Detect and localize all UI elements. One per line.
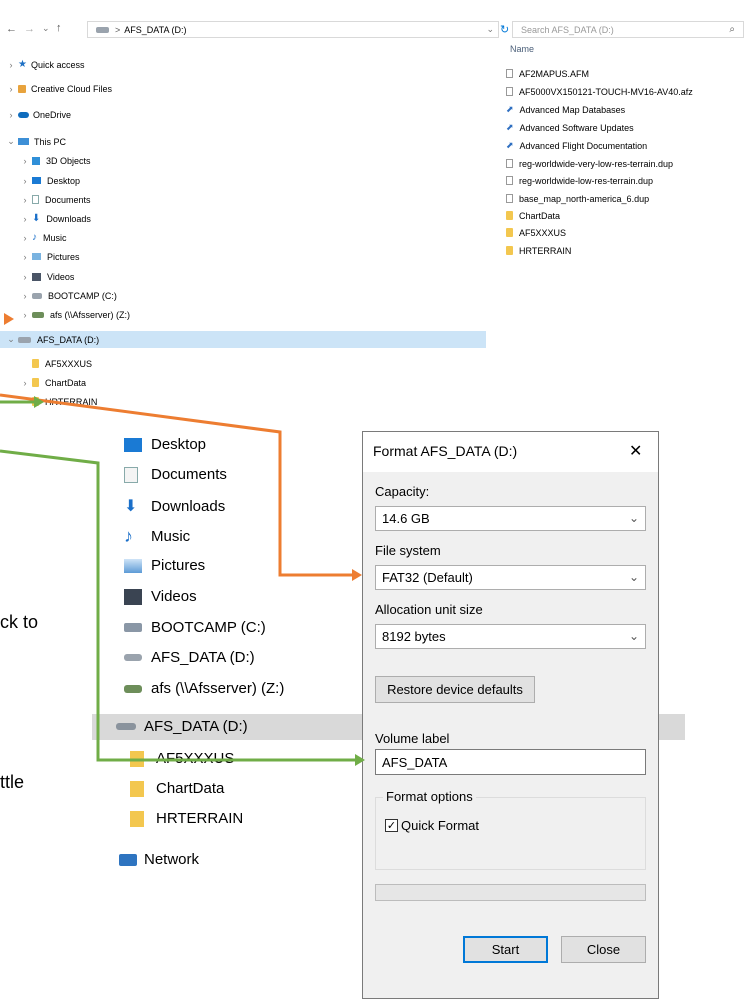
orange-arrowhead-tree bbox=[4, 313, 14, 325]
green-arrowhead-tree bbox=[34, 396, 44, 408]
callout-arrows bbox=[0, 313, 365, 766]
green-callout-arrow bbox=[0, 449, 355, 762]
orange-arrowhead-right bbox=[352, 569, 362, 581]
orange-callout-arrow bbox=[0, 393, 352, 577]
green-arrowhead-right bbox=[355, 754, 365, 766]
